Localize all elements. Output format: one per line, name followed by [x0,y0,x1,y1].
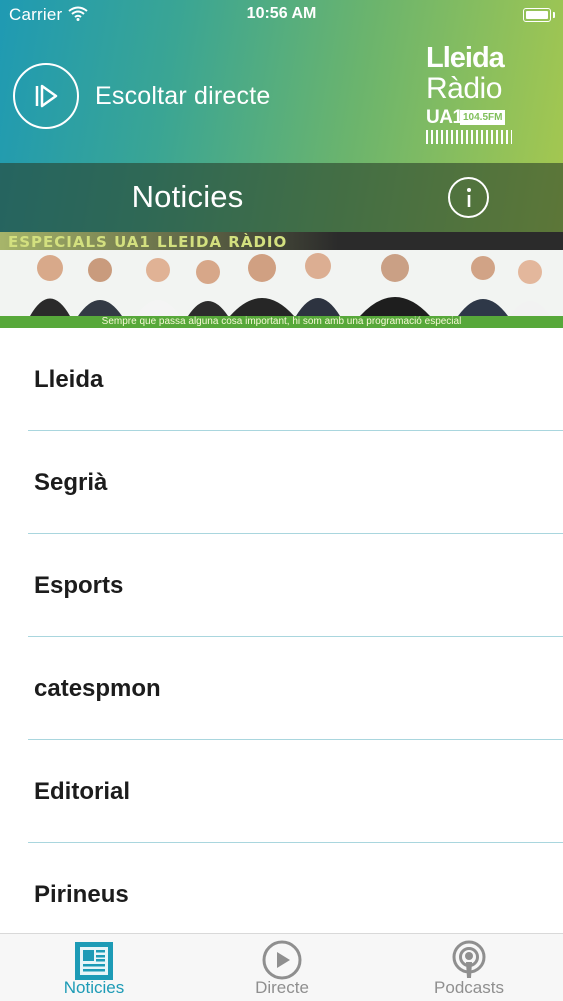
status-time: 10:56 AM [246,5,317,22]
tab-label: Podcasts [434,978,504,997]
info-button[interactable] [448,177,489,218]
station-logo: Lleida Ràdio UA1 104.5FM [424,42,516,148]
newspaper-icon [75,942,113,980]
logo-bars [426,130,512,144]
list-item-label: Pirineus [34,881,129,908]
list-item-lleida[interactable]: Lleida [0,328,563,431]
page-title: Noticies [131,179,244,214]
status-bar: Carrier 10:56 AM [0,0,563,30]
list-item-label: Esports [34,572,124,599]
tab-podcasts[interactable]: Podcasts [375,934,563,1001]
info-icon [466,187,471,207]
play-live-button[interactable]: Escoltar directe [13,60,271,132]
list-item-label: catespmon [34,675,161,702]
sections-list: Lleida Segrià Esports catespmon Editoria… [0,328,563,946]
list-item-catespmon[interactable]: catespmon [0,637,563,740]
specials-banner[interactable]: ESPECIALS UA1 LLEIDA RÀDIO Sempre que pa… [0,232,563,328]
tab-directe[interactable]: Directe [188,934,376,1001]
list-item-label: Segrià [34,469,108,496]
logo-frequency: 104.5FM [460,110,506,125]
logo-radio: Ràdio [426,72,502,105]
header: Carrier 10:56 AM Escoltar directe Lleida… [0,0,563,232]
play-icon [262,940,302,980]
list-item-label: Lleida [34,366,104,393]
tab-noticies[interactable]: Noticies [0,934,188,1001]
banner-presenters-image [30,253,550,316]
tab-label: Directe [255,978,309,997]
logo-ua: UA1 [426,107,463,128]
list-item-label: Editorial [34,778,131,805]
logo-name: Lleida [426,42,505,74]
banner-caption-bar: Sempre que passa alguna cosa important, … [0,316,563,328]
tab-label: Noticies [63,978,125,997]
battery-icon [523,8,555,22]
list-item-esports[interactable]: Esports [0,534,563,637]
podcast-icon [452,940,486,978]
play-circle-icon [13,63,79,129]
list-item-segria[interactable]: Segrià [0,431,563,534]
tab-bar: Noticies Directe Podcasts [0,933,563,1001]
list-item-editorial[interactable]: Editorial [0,740,563,843]
banner-caption: Sempre que passa alguna cosa important, … [101,316,462,327]
play-live-label: Escoltar directe [95,81,271,110]
list-item-pirineus[interactable]: Pirineus [0,843,563,946]
